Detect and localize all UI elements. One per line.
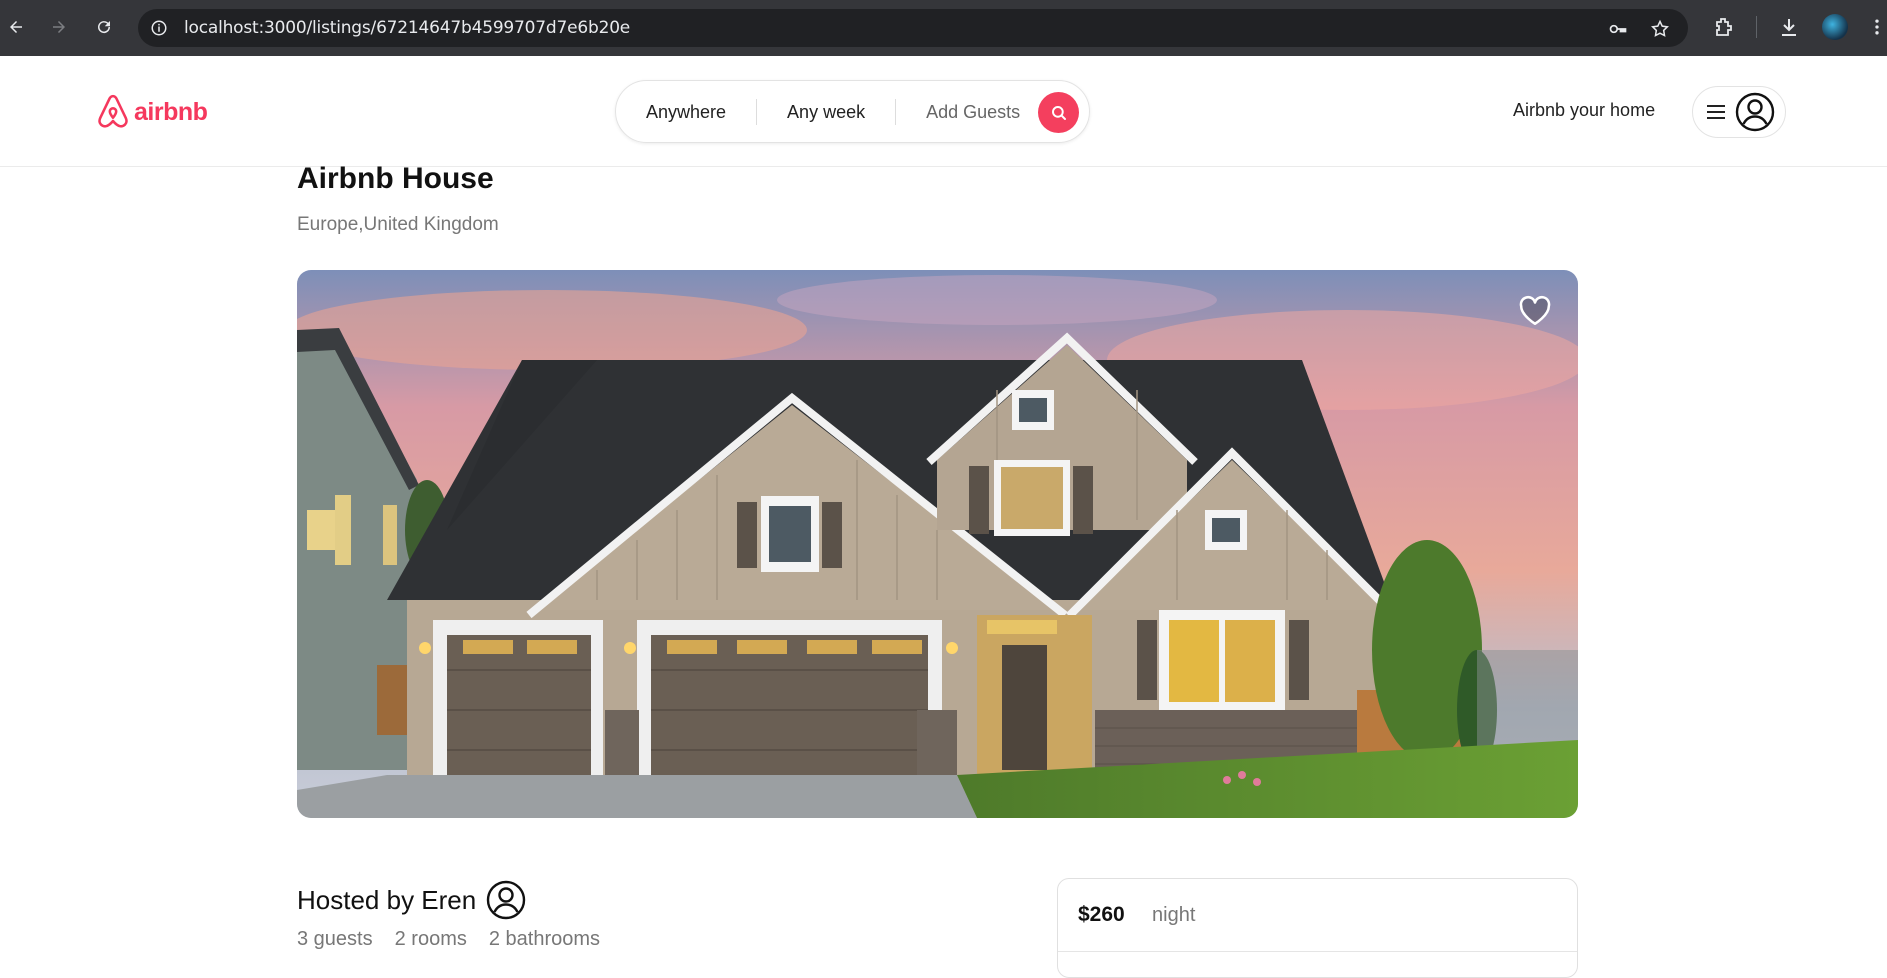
profile-avatar[interactable] [1822,14,1848,40]
host-avatar-icon [487,880,526,920]
listing-location: Europe,United Kingdom [297,214,499,235]
search-icon [1051,105,1066,120]
star-icon[interactable] [1650,19,1670,39]
favorite-heart-icon[interactable] [1518,294,1552,328]
price-value: $260 [1078,903,1125,926]
download-icon[interactable] [1777,15,1801,39]
toolbar-divider [1756,16,1757,38]
room-count: 2 rooms [394,928,467,950]
arrow-right-icon [53,21,65,33]
back-button[interactable] [2,13,30,41]
info-icon[interactable] [150,19,168,37]
reservation-card: $260 night [1057,878,1578,978]
reload-icon [98,21,111,34]
listing-stats: 3 guests 2 rooms 2 bathrooms [297,928,600,951]
airbnb-logo-icon [98,94,128,128]
price-unit: night [1152,904,1196,926]
user-avatar-icon [1735,92,1775,132]
card-divider [1058,951,1577,952]
logo-text: airbnb [134,97,208,126]
airbnb-logo[interactable]: airbnb [96,94,208,130]
extensions-icon[interactable] [1712,15,1736,39]
hosted-by-text: Hosted by Eren [297,884,477,915]
search-button[interactable] [1038,92,1079,133]
search-location[interactable]: Anywhere [616,99,756,125]
address-bar[interactable]: localhost:3000/listings/67214647b4599707… [138,9,1688,47]
browser-toolbar: localhost:3000/listings/67214647b4599707… [0,0,1887,56]
guest-count: 3 guests [297,928,373,950]
site-header: airbnb Anywhere Any week Add Guests Airb… [0,56,1887,167]
search-bar[interactable]: Anywhere Any week Add Guests [615,80,1090,143]
search-week[interactable]: Any week [757,99,895,125]
reload-button[interactable] [90,13,118,41]
house-photo [297,270,1578,818]
forward-button[interactable] [45,13,73,41]
listing-image [297,270,1578,818]
search-guests[interactable]: Add Guests [896,99,1050,125]
url-text[interactable]: localhost:3000/listings/67214647b4599707… [184,18,630,38]
arrow-left-icon [10,21,22,33]
bathroom-count: 2 bathrooms [488,928,601,950]
listing-title: Airbnb House [297,162,494,195]
more-vert-icon[interactable] [1867,15,1887,39]
user-menu-button[interactable] [1692,86,1786,138]
host-info: Hosted by Eren [297,880,526,920]
key-icon[interactable] [1608,19,1628,39]
hamburger-menu-icon [1707,105,1725,119]
airbnb-your-home-link[interactable]: Airbnb your home [1513,100,1655,121]
